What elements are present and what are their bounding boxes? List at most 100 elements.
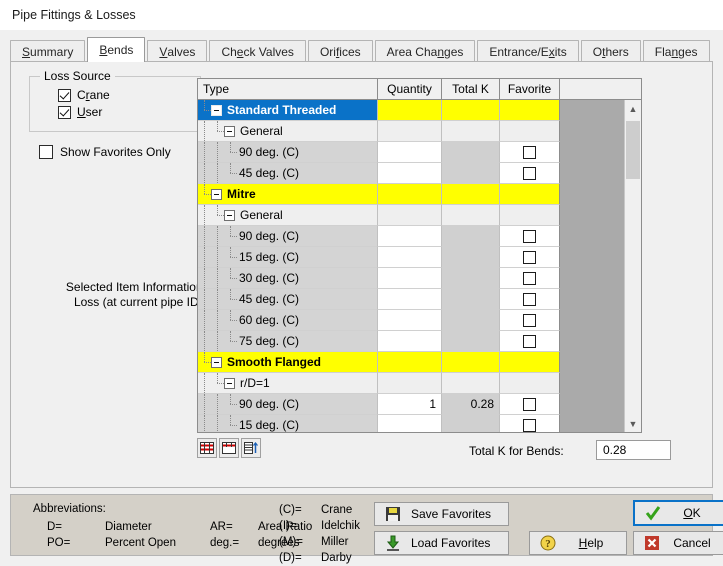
table-row[interactable]: 90 deg. (C)	[198, 226, 641, 247]
tab-entrance-exits[interactable]: Entrance/E x its	[477, 40, 579, 62]
cell-type[interactable]: 90 deg. (C)	[198, 142, 378, 163]
cell-type[interactable]: Standard Threaded	[198, 100, 378, 121]
scroll-down-icon[interactable]: ▼	[625, 415, 641, 432]
loss-source-user[interactable]: User	[58, 105, 200, 119]
collapse-expander-icon[interactable]	[224, 125, 235, 137]
cell-type[interactable]: 45 deg. (C)	[198, 289, 378, 310]
cell-favorite[interactable]	[500, 415, 560, 432]
tab-check-valves[interactable]: Ch e ck Valves	[209, 40, 306, 62]
cell-favorite[interactable]	[500, 205, 560, 226]
cell-type[interactable]: 60 deg. (C)	[198, 310, 378, 331]
collapse-expander-icon[interactable]	[224, 209, 235, 221]
tab-flanges[interactable]: Fla n ges	[642, 40, 710, 62]
cell-favorite[interactable]	[500, 121, 560, 142]
table-row[interactable]: Smooth Flanged	[198, 352, 641, 373]
favorite-checkbox[interactable]	[523, 397, 536, 411]
user-checkbox[interactable]	[58, 105, 71, 119]
cell-favorite[interactable]	[500, 268, 560, 289]
cell-quantity[interactable]	[378, 373, 442, 394]
cell-favorite[interactable]	[500, 289, 560, 310]
favorite-checkbox[interactable]	[523, 292, 536, 306]
cell-favorite[interactable]	[500, 352, 560, 373]
table-row[interactable]: Standard Threaded	[198, 100, 641, 121]
show-favorites-only-row[interactable]: Show Favorites Only	[39, 145, 171, 159]
favorite-checkbox[interactable]	[523, 313, 536, 327]
table-row[interactable]: 90 deg. (C)	[198, 142, 641, 163]
cell-type[interactable]: 90 deg. (C)	[198, 226, 378, 247]
table-row[interactable]: 15 deg. (C)	[198, 415, 641, 432]
favorite-checkbox[interactable]	[523, 250, 536, 264]
table-row[interactable]: 30 deg. (C)	[198, 268, 641, 289]
save-favorites-button[interactable]: Save Favorites	[374, 502, 509, 526]
tab-others[interactable]: Ot hers	[580, 40, 641, 62]
cell-favorite[interactable]	[500, 226, 560, 247]
cell-quantity[interactable]	[378, 226, 442, 247]
cell-quantity[interactable]	[378, 331, 442, 352]
cell-quantity[interactable]	[378, 352, 442, 373]
cell-type[interactable]: r/D=1	[198, 373, 378, 394]
cell-type[interactable]: 75 deg. (C)	[198, 331, 378, 352]
favorite-checkbox[interactable]	[523, 271, 536, 285]
sort-button[interactable]	[241, 438, 261, 458]
cell-quantity[interactable]	[378, 268, 442, 289]
cell-quantity[interactable]	[378, 289, 442, 310]
cancel-button[interactable]: Cancel	[633, 531, 723, 555]
cell-favorite[interactable]	[500, 247, 560, 268]
column-header-quantity[interactable]: Quantity	[378, 79, 442, 100]
cell-type[interactable]: 15 deg. (C)	[198, 415, 378, 432]
favorite-checkbox[interactable]	[523, 334, 536, 348]
table-row[interactable]: 15 deg. (C)	[198, 247, 641, 268]
table-row[interactable]: 60 deg. (C)	[198, 310, 641, 331]
cell-favorite[interactable]	[500, 310, 560, 331]
cell-type[interactable]: General	[198, 205, 378, 226]
ok-button[interactable]: OK	[633, 500, 723, 526]
column-header-total-k[interactable]: Total K	[442, 79, 500, 100]
cell-type[interactable]: 45 deg. (C)	[198, 163, 378, 184]
cell-favorite[interactable]	[500, 163, 560, 184]
tab-valves[interactable]: Valves	[147, 40, 208, 62]
column-header-type[interactable]: Type	[198, 79, 378, 100]
table-row[interactable]: 45 deg. (C)	[198, 163, 641, 184]
expand-all-button[interactable]	[197, 438, 217, 458]
cell-quantity[interactable]	[378, 415, 442, 432]
cell-quantity[interactable]	[378, 142, 442, 163]
cell-quantity[interactable]	[378, 121, 442, 142]
table-row[interactable]: General	[198, 121, 641, 142]
table-row[interactable]: 90 deg. (C) 1 0.28	[198, 394, 641, 415]
cell-favorite[interactable]	[500, 184, 560, 205]
favorite-checkbox[interactable]	[523, 145, 536, 159]
tab-summary[interactable]: Summary	[10, 40, 86, 62]
collapse-all-button[interactable]	[219, 438, 239, 458]
cell-type[interactable]: Smooth Flanged	[198, 352, 378, 373]
table-row[interactable]: Mitre	[198, 184, 641, 205]
show-favorites-only-checkbox[interactable]	[39, 145, 53, 159]
cell-type[interactable]: General	[198, 121, 378, 142]
scroll-up-icon[interactable]: ▲	[625, 100, 641, 117]
cell-favorite[interactable]	[500, 373, 560, 394]
cell-quantity[interactable]	[378, 310, 442, 331]
cell-type[interactable]: 90 deg. (C)	[198, 394, 378, 415]
tab-orifices[interactable]: Ori f ices	[307, 40, 373, 62]
cell-type[interactable]: Mitre	[198, 184, 378, 205]
table-row[interactable]: r/D=1	[198, 373, 641, 394]
scrollbar-thumb[interactable]	[626, 121, 640, 179]
cell-type[interactable]: 15 deg. (C)	[198, 247, 378, 268]
collapse-expander-icon[interactable]	[211, 356, 222, 368]
scrollbar-track[interactable]	[625, 117, 641, 415]
table-row[interactable]: 45 deg. (C)	[198, 289, 641, 310]
cell-favorite[interactable]	[500, 100, 560, 121]
tab-bends[interactable]: Bends	[87, 37, 146, 62]
cell-quantity[interactable]	[378, 100, 442, 121]
cell-quantity[interactable]	[378, 163, 442, 184]
favorite-checkbox[interactable]	[523, 166, 536, 180]
collapse-expander-icon[interactable]	[211, 188, 222, 200]
cell-quantity[interactable]: 1	[378, 394, 442, 415]
cell-quantity[interactable]	[378, 205, 442, 226]
cell-quantity[interactable]	[378, 247, 442, 268]
cell-favorite[interactable]	[500, 142, 560, 163]
cell-type[interactable]: 30 deg. (C)	[198, 268, 378, 289]
loss-source-crane[interactable]: Crane	[58, 88, 200, 102]
load-favorites-button[interactable]: Load Favorites	[374, 531, 509, 555]
table-row[interactable]: 75 deg. (C)	[198, 331, 641, 352]
table-row[interactable]: General	[198, 205, 641, 226]
